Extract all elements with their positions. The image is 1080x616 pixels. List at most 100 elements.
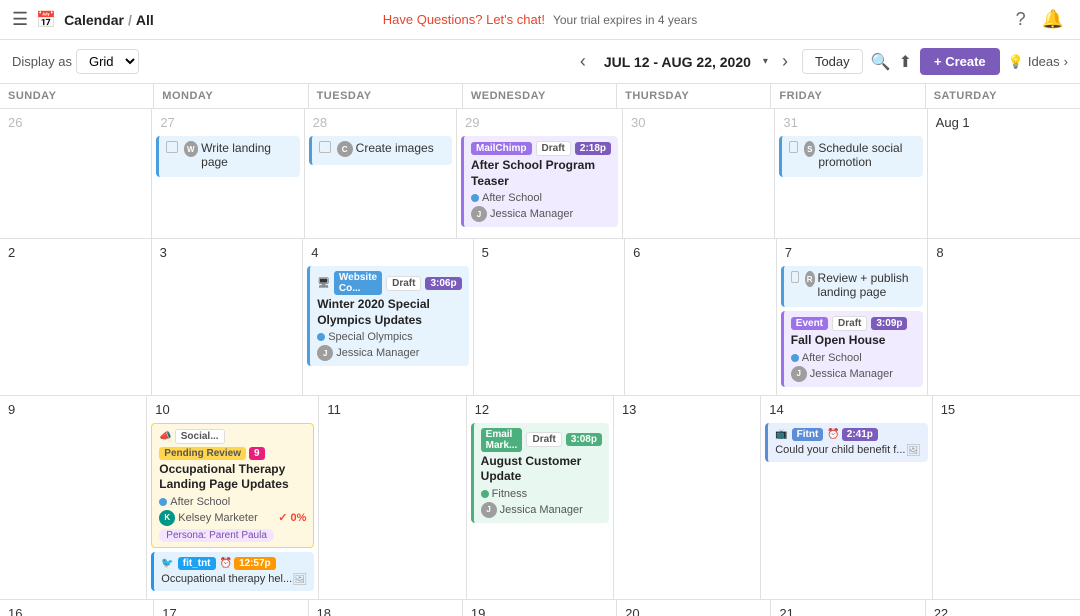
card-social-occupational[interactable]: 📣 Social... Pending Review 9 Occupationa… — [151, 423, 314, 548]
day-26: 26 — [0, 109, 152, 239]
tag-text: Special Olympics — [328, 331, 412, 343]
calendar-icon: 📅 — [36, 10, 56, 30]
tag-dot — [791, 354, 799, 362]
tag-dot — [481, 490, 489, 498]
card-fit-tnt[interactable]: 🐦 fit_tnt ⏰ 12:57p Occupational therapy … — [151, 552, 314, 591]
toolbar: Display as Grid List ‹ JUL 12 - AUG 22, … — [0, 40, 1080, 84]
status-badge: Draft — [536, 141, 571, 156]
task-checkbox[interactable] — [319, 141, 331, 153]
image-icon: 🖼 — [292, 572, 307, 586]
status-badge: Draft — [386, 276, 421, 291]
breadcrumb-page[interactable]: All — [136, 12, 154, 28]
platform-badge: Fitnt — [792, 428, 824, 441]
lightbulb-icon: 💡 — [1008, 54, 1024, 70]
day-num: 22 — [930, 604, 952, 616]
person-avatar: K — [159, 510, 175, 526]
day-num: 20 — [621, 604, 643, 616]
day-19: 19 — [463, 600, 617, 616]
tag-dot — [471, 194, 479, 202]
platform-badge: Event — [791, 317, 828, 330]
status-badge: Draft — [526, 432, 561, 447]
card-snippet: Could your child benefit f... — [775, 444, 905, 456]
task-text: Review + publish landing page — [818, 271, 917, 299]
day-3: 3 — [152, 239, 304, 396]
today-button[interactable]: Today — [802, 49, 863, 74]
tag-dot — [159, 498, 167, 506]
card-email-august[interactable]: Email Mark... Draft 3:08p August Custome… — [471, 423, 609, 523]
task-checkbox[interactable] — [789, 141, 798, 153]
help-button[interactable]: ? — [1012, 5, 1030, 34]
clock-icon: ⏰ — [220, 558, 232, 569]
task-create-images[interactable]: C Create images — [309, 136, 452, 165]
person-name: Jessica Manager — [810, 368, 893, 380]
task-write-landing[interactable]: W Write landing page — [156, 136, 299, 177]
day-20: 20 — [617, 600, 771, 616]
person-name: Kelsey Marketer — [178, 512, 257, 524]
breadcrumb-app[interactable]: Calendar — [64, 12, 124, 28]
hamburger-icon[interactable]: ☰ — [12, 9, 28, 30]
header-wednesday: WEDNESDAY — [463, 84, 617, 108]
fitnt2-icon: 📺 — [775, 429, 787, 440]
day-num: 26 — [4, 113, 26, 132]
day-num: 21 — [775, 604, 797, 616]
header-monday: MONDAY — [154, 84, 308, 108]
tag-text: After School — [802, 352, 862, 364]
day-29: 29 MailChimp Draft 2:18p After School Pr… — [457, 109, 623, 239]
avatar: R — [805, 271, 815, 287]
day-num: 3 — [156, 243, 171, 262]
platform-badge: MailChimp — [471, 142, 532, 155]
day-15: 15 — [933, 396, 1080, 600]
tag-text: After School — [482, 192, 542, 204]
display-as-dropdown[interactable]: Grid List — [76, 49, 139, 74]
day-num: 28 — [309, 113, 331, 132]
day-7: 7 R Review + publish landing page Event … — [777, 239, 929, 396]
share-button[interactable]: ⬆ — [899, 52, 912, 72]
day-num: 4 — [307, 243, 322, 262]
search-button[interactable]: 🔍 — [871, 52, 891, 72]
card-website-olympics[interactable]: 🖥 Website Co... Draft 3:06p Winter 2020 … — [307, 266, 468, 366]
day-10: 10 📣 Social... Pending Review 9 Occupati… — [147, 396, 319, 600]
card-fitnt2[interactable]: 📺 Fitnt ⏰ 2:41p Could your child benefit… — [765, 423, 927, 462]
day-num: 14 — [765, 400, 787, 419]
date-range-label[interactable]: JUL 12 - AUG 22, 2020 — [600, 54, 755, 70]
day-num: 6 — [629, 243, 644, 262]
person-avatar: J — [481, 502, 497, 518]
next-nav-button[interactable]: › — [776, 47, 794, 76]
day-num: 10 — [151, 400, 173, 419]
task-checkbox[interactable] — [791, 271, 799, 283]
display-as-control: Display as Grid List — [12, 49, 139, 74]
status-badge: Pending Review — [159, 447, 246, 460]
day-21: 21 — [771, 600, 925, 616]
prev-nav-button[interactable]: ‹ — [574, 47, 592, 76]
ideas-button[interactable]: 💡 Ideas › — [1008, 54, 1068, 70]
header-friday: FRIDAY — [771, 84, 925, 108]
day-num: 8 — [932, 243, 947, 262]
card-title: Fall Open House — [791, 333, 917, 349]
alert-text[interactable]: Have Questions? Let's chat! — [383, 12, 545, 27]
create-button[interactable]: + Create — [920, 48, 1000, 75]
person-avatar: J — [791, 366, 807, 382]
day-num: 19 — [467, 604, 489, 616]
task-schedule-social[interactable]: S Schedule social promotion — [779, 136, 922, 177]
card-event-fall-open-house[interactable]: Event Draft 3:09p Fall Open House After … — [781, 311, 924, 387]
person-name: Jessica Manager — [500, 504, 583, 516]
task-checkbox[interactable] — [166, 141, 177, 153]
day-num: 31 — [779, 113, 801, 132]
percent-text: ✓ 0% — [278, 511, 306, 524]
task-review-publish[interactable]: R Review + publish landing page — [781, 266, 924, 307]
day-num: 15 — [937, 400, 959, 419]
day-num: 29 — [461, 113, 483, 132]
breadcrumb-separator: / — [128, 12, 132, 28]
platform-badge: Email Mark... — [481, 428, 523, 452]
day-11: 11 — [319, 396, 466, 600]
persona-tag: Persona: Parent Paula — [159, 529, 274, 542]
avatar: S — [804, 141, 815, 157]
count-badge: 9 — [249, 447, 265, 460]
header-sunday: SUNDAY — [0, 84, 154, 108]
week-3: 9 10 📣 Social... Pending Review 9 Occupa… — [0, 396, 1080, 600]
status-badge: Draft — [832, 316, 867, 331]
fitnt-icon: 🐦 — [161, 558, 173, 569]
notifications-button[interactable]: 🔔 — [1038, 5, 1068, 34]
day-num: 18 — [313, 604, 335, 616]
card-mailchimp-after-school[interactable]: MailChimp Draft 2:18p After School Progr… — [461, 136, 618, 227]
